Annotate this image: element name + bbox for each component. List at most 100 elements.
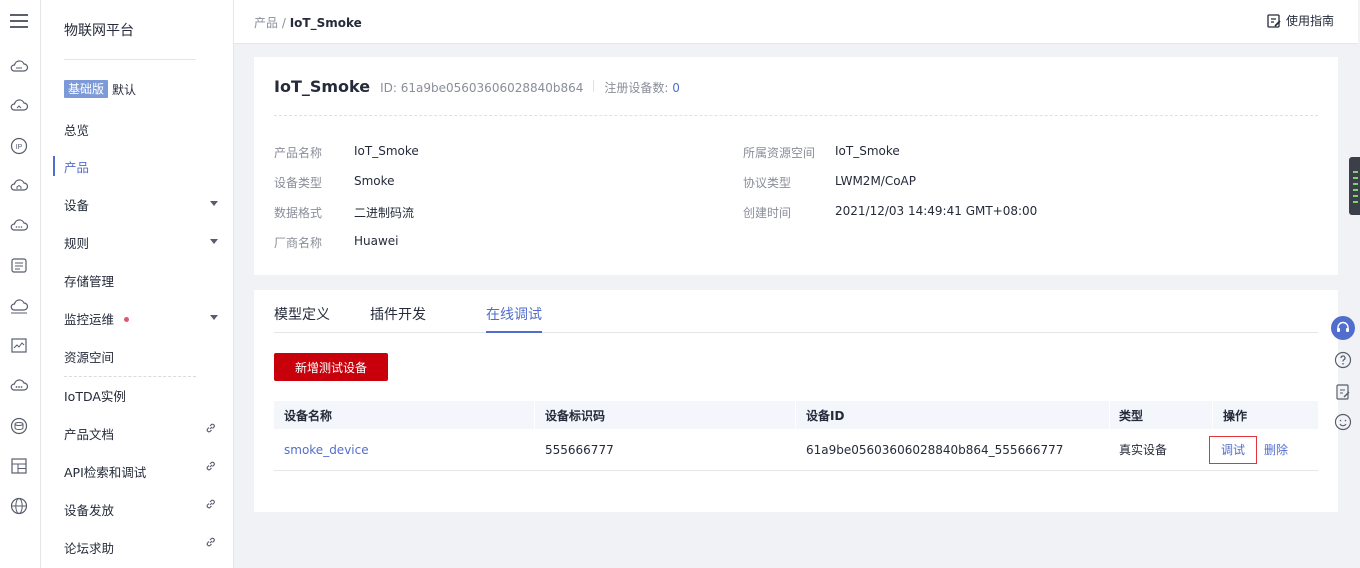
top-bar: 产品 / IoT_Smoke 使用指南 [234, 0, 1358, 44]
nav-item-label: IoTDA实例 [64, 388, 126, 404]
menu-icon[interactable] [9, 11, 29, 31]
column-header-device-name: 设备名称 [284, 408, 333, 423]
satisfaction-icon[interactable] [1331, 410, 1355, 434]
nav-item-label: 规则 [64, 235, 90, 251]
nav-item-label: 设备发放 [64, 502, 115, 518]
handle-bar [1353, 189, 1358, 191]
debug-button[interactable]: 调试 [1209, 435, 1257, 464]
user-guide-link[interactable]: 使用指南 [1266, 12, 1334, 29]
device-type: 真实设备 [1119, 443, 1168, 457]
nav-divider [64, 376, 196, 377]
field-value: IoT_Smoke [835, 144, 900, 158]
cloud-more-icon[interactable] [9, 376, 29, 396]
nav-item-resource-space[interactable]: 资源空间 [64, 346, 224, 366]
device-id: 61a9be05603606028840b864_555666777 [806, 442, 1064, 457]
breadcrumb-separator: / [278, 16, 290, 30]
field-value: 2021/12/03 14:49:41 GMT+08:00 [835, 204, 1038, 218]
handle-bar [1353, 171, 1358, 173]
nav-item-rules[interactable]: 规则 [64, 232, 224, 252]
external-link-icon [206, 499, 215, 509]
nav-item-devices[interactable]: 设备 [64, 194, 224, 214]
device-identifier: 555666777 [545, 442, 614, 457]
cloud-dots-icon[interactable] [9, 216, 29, 236]
globe-icon[interactable] [9, 496, 29, 516]
row-operations: 调试 删除 [1209, 429, 1288, 470]
field-key: 设备类型 [274, 176, 323, 190]
product-name: IoT_Smoke [274, 77, 371, 96]
breadcrumb: 产品 / IoT_Smoke [254, 14, 362, 31]
column-header-identifier: 设备标识码 [545, 408, 606, 423]
monitor-chart-icon[interactable] [9, 336, 29, 356]
side-panel-handle[interactable] [1349, 157, 1360, 215]
field-key: 产品名称 [274, 146, 323, 160]
nav-item-product-docs[interactable]: 产品文档 [64, 423, 224, 443]
cloud-server-icon[interactable] [9, 57, 29, 77]
device-table: 设备名称 设备标识码 设备ID 类型 操作 smoke_device 55566… [274, 401, 1318, 471]
online-debug-card: 模型定义 插件开发 在线调试 新增测试设备 设备名称 设备标识码 设备ID 类型… [254, 290, 1338, 512]
device-name-link[interactable]: smoke_device [284, 429, 369, 470]
field-value: LWM2M/CoAP [835, 174, 916, 188]
breadcrumb-parent[interactable]: 产品 [254, 16, 278, 30]
cloud-storage-icon[interactable] [9, 296, 29, 316]
tab-plugin-development[interactable]: 插件开发 [370, 304, 426, 324]
layout-grid-icon[interactable] [9, 456, 29, 476]
edition-selector[interactable]: 基础版 默认 [64, 80, 136, 98]
nav-item-label: 监控运维 [64, 311, 115, 327]
user-guide-label: 使用指南 [1285, 14, 1334, 28]
edition-name: 默认 [112, 82, 137, 97]
nav-item-label: 存储管理 [64, 273, 115, 289]
feedback-edit-icon[interactable] [1331, 380, 1355, 404]
registered-devices: 注册设备数: 0 [604, 79, 680, 96]
icon-rail: IP [0, 0, 41, 568]
nav-item-forum[interactable]: 论坛求助 [64, 537, 224, 557]
customer-service-icon[interactable] [1331, 316, 1355, 340]
field-key: 数据格式 [274, 206, 323, 220]
database-icon[interactable] [9, 416, 29, 436]
ip-icon[interactable]: IP [9, 136, 29, 156]
cloud-home-icon[interactable] [9, 176, 29, 196]
column-header-type: 类型 [1119, 408, 1144, 423]
delete-button[interactable]: 删除 [1264, 441, 1288, 458]
field-value: IoT_Smoke [354, 144, 419, 158]
column-divider [1109, 401, 1110, 429]
field-key: 创建时间 [743, 206, 792, 220]
svg-text:IP: IP [16, 144, 23, 151]
column-divider [1212, 401, 1213, 429]
registered-label: 注册设备数: [604, 81, 669, 95]
add-test-device-button[interactable]: 新增测试设备 [274, 353, 388, 381]
document-list-icon[interactable] [9, 256, 29, 276]
nav-item-products[interactable]: 产品 [64, 156, 224, 176]
product-id: ID: 61a9be05603606028840b864 [380, 81, 584, 95]
nav-item-api-explorer[interactable]: API检索和调试 [64, 461, 224, 481]
tab-bar: 模型定义 插件开发 在线调试 [274, 290, 1318, 333]
edition-badge: 基础版 [64, 80, 109, 98]
product-info-card: IoT_Smoke ID: 61a9be05603606028840b864 注… [254, 57, 1338, 275]
table-header: 设备名称 设备标识码 设备ID 类型 操作 [274, 401, 1318, 429]
nav-item-label: API检索和调试 [64, 464, 147, 480]
active-tab-indicator [486, 331, 542, 333]
nav-item-storage[interactable]: 存储管理 [64, 270, 224, 290]
handle-bar [1353, 195, 1358, 197]
nav-brand: 物联网平台 [64, 23, 134, 39]
tab-online-debug[interactable]: 在线调试 [486, 304, 542, 324]
tab-model-definition[interactable]: 模型定义 [274, 304, 330, 324]
handle-bar [1353, 177, 1358, 179]
nav-item-label: 论坛求助 [64, 540, 115, 556]
nav-item-monitoring[interactable]: 监控运维 [64, 308, 224, 328]
field-product-name: 产品名称 IoT_Smoke [274, 144, 419, 161]
chevron-down-icon [210, 315, 218, 320]
nav-active-indicator [53, 156, 55, 176]
external-link-icon [206, 461, 215, 471]
field-key: 协议类型 [743, 176, 792, 190]
help-icon[interactable] [1331, 348, 1355, 372]
side-nav: 物联网平台 基础版 默认 总览 产品 设备 规则 存储管理 监控运维 资源空间 … [41, 0, 234, 568]
registered-count[interactable]: 0 [672, 81, 680, 95]
nav-item-iotda-instance[interactable]: IoTDA实例 [64, 385, 224, 405]
field-manufacturer: 厂商名称 Huawei [274, 234, 399, 251]
nav-item-overview[interactable]: 总览 [64, 119, 224, 139]
cloud-sync-icon[interactable] [9, 96, 29, 116]
header-divider [593, 80, 595, 92]
field-value: Smoke [354, 174, 395, 188]
edit-note-icon [1267, 13, 1281, 28]
nav-item-device-provisioning[interactable]: 设备发放 [64, 499, 224, 519]
